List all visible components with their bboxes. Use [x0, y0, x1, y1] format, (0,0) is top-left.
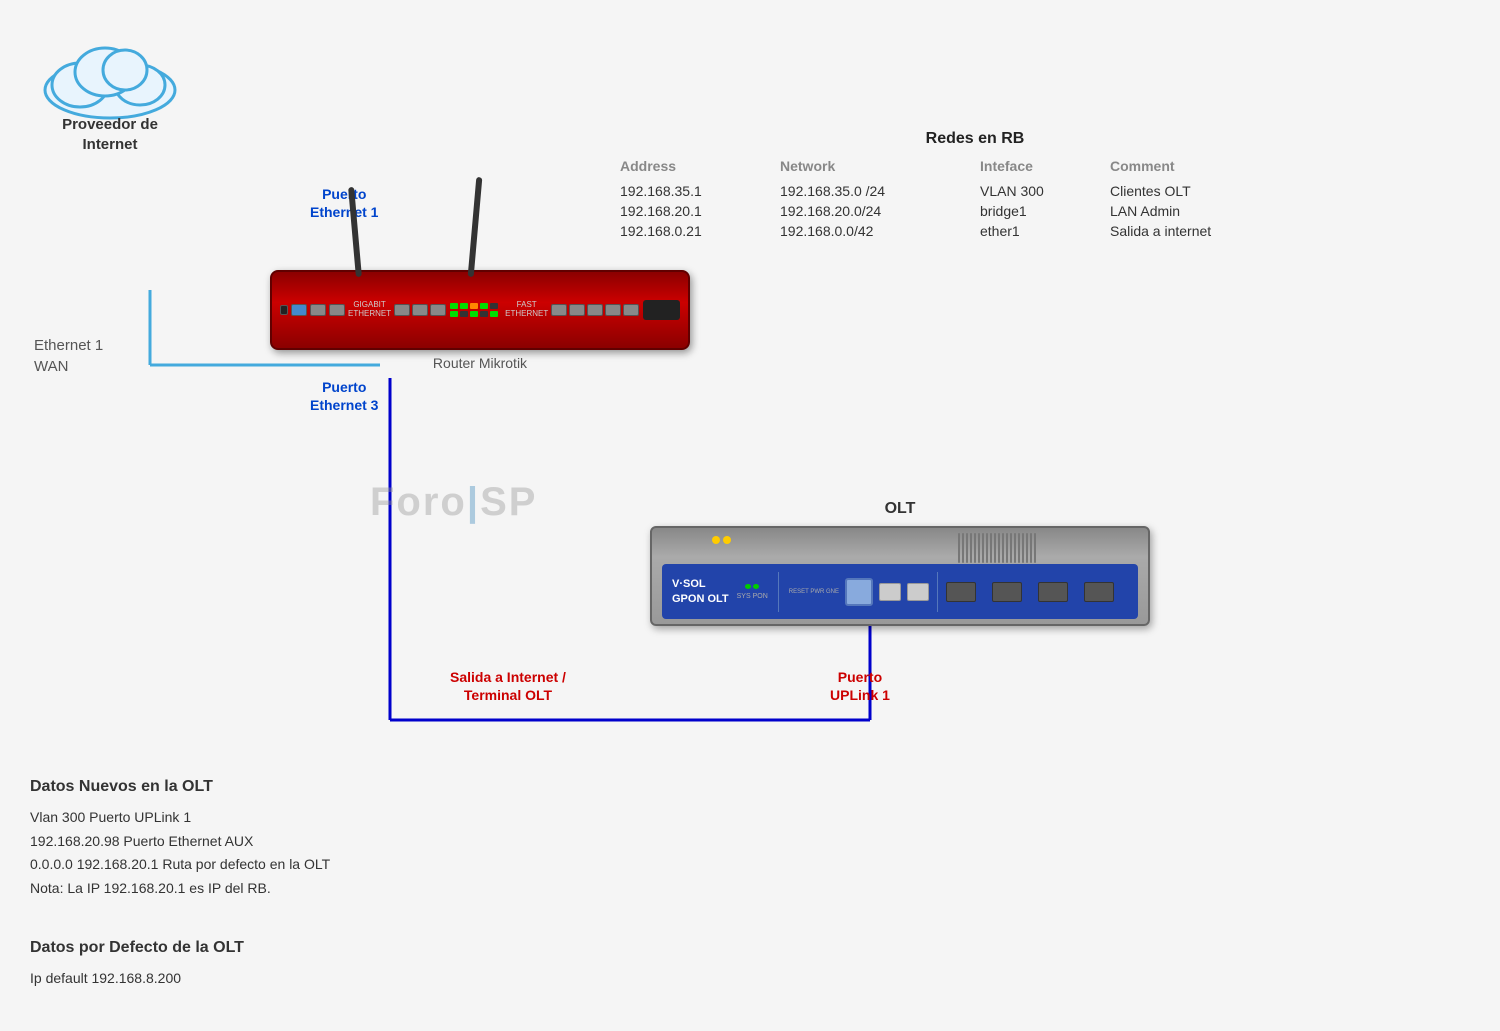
row2-interface: ether1 [980, 222, 1110, 240]
olt-title: OLT [650, 500, 1150, 518]
olt-vent [958, 533, 1138, 563]
port-eth10 [623, 304, 639, 316]
port-eth5 [430, 304, 446, 316]
col-header-interface: Inteface [980, 156, 1110, 180]
datos-defecto-title: Datos por Defecto de la OLT [30, 934, 244, 961]
row2-address: 192.168.0.21 [620, 222, 780, 240]
olt-port-sfp3 [1038, 582, 1068, 602]
router-body: GIGABITETHERNET FASTETHERNET [270, 270, 690, 350]
olt-ports-area: SYS PON RESET PWR GNE [737, 572, 1128, 612]
datos-defecto-line1: Ip default 192.168.8.200 [30, 967, 244, 991]
datos-nuevos-line2: 192.168.20.98 Puerto Ethernet AUX [30, 830, 330, 854]
datos-nuevos-line1: Vlan 300 Puerto UPLink 1 [30, 806, 330, 830]
port-eth9 [605, 304, 621, 316]
led-group [450, 303, 498, 317]
redes-title: Redes en RB [620, 130, 1330, 148]
row1-address: 192.168.20.1 [620, 202, 780, 220]
olt-port-rj45-2 [907, 583, 929, 601]
olt-port-sfp1 [946, 582, 976, 602]
router-container: GIGABITETHERNET FASTETHERNET [270, 270, 690, 371]
router-label: Router Mikrotik [270, 355, 690, 371]
port-eth3 [394, 304, 410, 316]
olt-led-yellow [712, 536, 720, 544]
cloud-icon: .cloud-fill{fill:#e8f4fd;stroke:#44aadd;… [30, 30, 190, 120]
redes-table: Redes en RB Address Network Inteface Com… [620, 130, 1330, 240]
row0-interface: VLAN 300 [980, 182, 1110, 200]
puerto-eth3-label: Puerto Ethernet 3 [310, 378, 378, 414]
port-eth4 [412, 304, 428, 316]
watermark: Foro|SP [370, 480, 537, 525]
olt-leds-top [712, 536, 731, 544]
port-sfp [291, 304, 307, 316]
olt-port-fiber1 [845, 578, 873, 606]
datos-nuevos-line4: Nota: La IP 192.168.20.1 es IP del RB. [30, 877, 330, 901]
router-screen [643, 300, 680, 320]
olt-led-yellow2 [723, 536, 731, 544]
row0-network: 192.168.35.0 /24 [780, 182, 980, 200]
col-header-network: Network [780, 156, 980, 180]
puerto-uplink-label: Puerto UPLink 1 [830, 668, 890, 704]
datos-nuevos: Datos Nuevos en la OLT Vlan 300 Puerto U… [30, 773, 330, 901]
port-eth7 [569, 304, 585, 316]
olt-inner: V·SOL GPON OLT SYS PON RESET PWR GNE [662, 564, 1138, 619]
row1-network: 192.168.20.0/24 [780, 202, 980, 220]
olt-brand: V·SOL GPON OLT [672, 577, 729, 606]
row0-comment: Clientes OLT [1110, 182, 1330, 200]
cloud-label: Proveedor de Internet [30, 115, 190, 154]
port-eth6 [551, 304, 567, 316]
port-eth8 [587, 304, 603, 316]
datos-nuevos-title: Datos Nuevos en la OLT [30, 773, 330, 800]
row1-comment: LAN Admin [1110, 202, 1330, 220]
col-header-address: Address [620, 156, 780, 180]
antenna-right [468, 177, 483, 277]
puerto-salida-label: Salida a Internet / Terminal OLT [450, 668, 566, 704]
col-header-comment: Comment [1110, 156, 1330, 180]
olt-port-rj45-1 [879, 583, 901, 601]
row0-address: 192.168.35.1 [620, 182, 780, 200]
datos-nuevos-line3: 0.0.0.0 192.168.20.1 Ruta por defecto en… [30, 853, 330, 877]
cloud-container: .cloud-fill{fill:#e8f4fd;stroke:#44aadd;… [30, 30, 190, 150]
olt-body: V·SOL GPON OLT SYS PON RESET PWR GNE [650, 526, 1150, 626]
row2-network: 192.168.0.0/42 [780, 222, 980, 240]
port-eth1 [310, 304, 326, 316]
wan-label: Ethernet 1 WAN [34, 335, 103, 377]
olt-container: OLT V·SOL GPON OLT [650, 500, 1150, 626]
port-eth2 [329, 304, 345, 316]
row2-comment: Salida a internet [1110, 222, 1330, 240]
puerto-eth1-label: Puerto Ethernet 1 [310, 185, 378, 221]
datos-defecto: Datos por Defecto de la OLT Ip default 1… [30, 934, 244, 991]
olt-port-sfp4 [1084, 582, 1114, 602]
redes-grid: Address Network Inteface Comment 192.168… [620, 156, 1330, 240]
row1-interface: bridge1 [980, 202, 1110, 220]
port-usb [280, 305, 288, 315]
olt-port-sfp2 [992, 582, 1022, 602]
